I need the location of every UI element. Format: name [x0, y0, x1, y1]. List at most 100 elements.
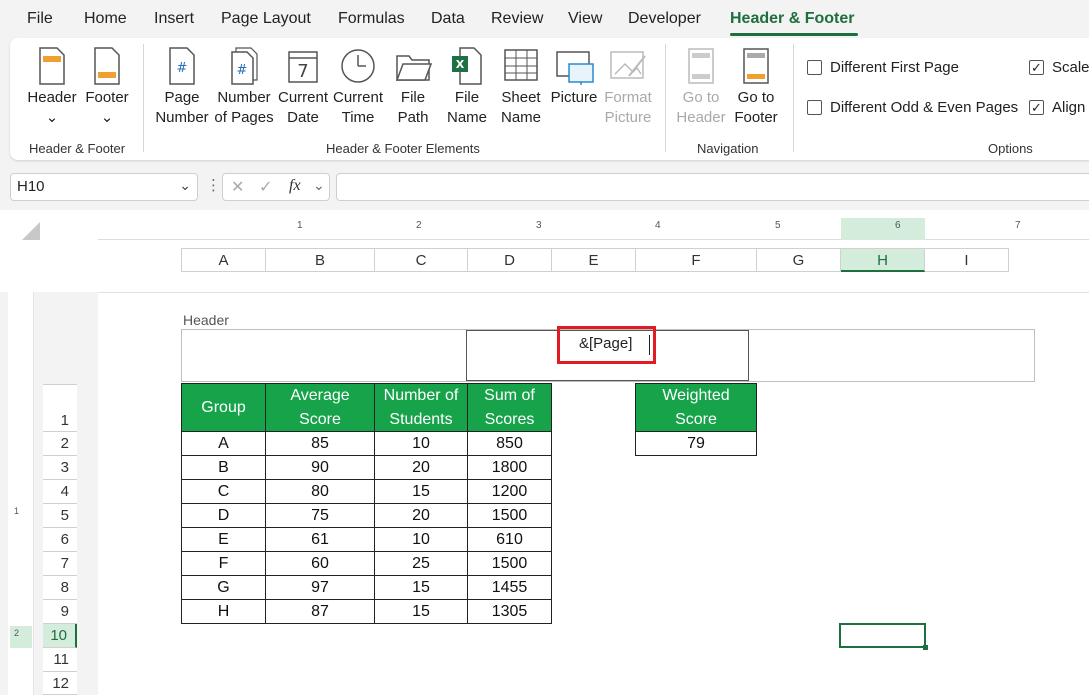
table-header-sum-of-scores[interactable]: Sum of Scores [467, 383, 552, 432]
column-header-c[interactable]: C [375, 248, 468, 272]
table-cell[interactable]: 10 [374, 431, 468, 456]
format-picture-button[interactable]: Format Picture [602, 46, 654, 128]
different-first-page-checkbox[interactable]: Different First Page [807, 59, 959, 76]
table-cell[interactable]: 25 [374, 551, 468, 576]
menu-formulas[interactable]: Formulas [338, 10, 405, 28]
table-cell[interactable]: 85 [265, 431, 375, 456]
table-cell[interactable]: 1500 [467, 503, 552, 528]
current-date-button[interactable]: 7 Current Date [276, 46, 330, 128]
menu-page-layout[interactable]: Page Layout [221, 10, 311, 28]
menu-home[interactable]: Home [84, 10, 127, 28]
select-all-corner[interactable] [22, 222, 40, 240]
footer-button[interactable]: Footer ⌄ [82, 46, 132, 128]
formula-input[interactable] [336, 173, 1089, 201]
table-cell[interactable]: 1305 [467, 599, 552, 624]
sheet-name-button[interactable]: Sheet Name [496, 46, 546, 128]
row-header-6[interactable]: 6 [43, 528, 77, 552]
row-header-5[interactable]: 5 [43, 504, 77, 528]
row-header-9[interactable]: 9 [43, 600, 77, 624]
weighted-score-value[interactable]: 79 [635, 431, 757, 456]
table-cell[interactable]: 10 [374, 527, 468, 552]
checkbox-box[interactable] [1029, 60, 1044, 75]
row-header-10[interactable]: 10 [43, 624, 77, 648]
enter-icon[interactable]: ✓ [259, 177, 272, 197]
table-cell[interactable]: D [181, 503, 266, 528]
row-header-3[interactable]: 3 [43, 456, 77, 480]
table-cell[interactable]: 1200 [467, 479, 552, 504]
table-header-average-score[interactable]: Average Score [265, 383, 375, 432]
row-header-8[interactable]: 8 [43, 576, 77, 600]
column-header-g[interactable]: G [757, 248, 841, 272]
menu-insert[interactable]: Insert [154, 10, 194, 28]
menu-file[interactable]: File [27, 10, 53, 28]
table-cell[interactable]: 60 [265, 551, 375, 576]
column-header-d[interactable]: D [468, 248, 552, 272]
menu-view[interactable]: View [568, 10, 602, 28]
checkbox-box[interactable] [807, 60, 822, 75]
column-header-b[interactable]: B [266, 248, 375, 272]
table-cell[interactable]: 1800 [467, 455, 552, 480]
page-number-button[interactable]: # Page Number [153, 46, 211, 128]
table-header-number-of-students[interactable]: Number of Students [374, 383, 468, 432]
chevron-down-icon[interactable]: ⌄ [179, 177, 191, 194]
table-cell[interactable]: 90 [265, 455, 375, 480]
chevron-down-icon[interactable]: ⌄ [313, 177, 325, 194]
weighted-score-header[interactable]: Weighted Score [635, 383, 757, 432]
table-cell[interactable]: 610 [467, 527, 552, 552]
table-cell[interactable]: 15 [374, 479, 468, 504]
table-header-group[interactable]: Group [181, 383, 266, 432]
cancel-icon[interactable]: ✕ [231, 177, 244, 197]
more-options-icon[interactable]: ⋮ [206, 176, 221, 194]
table-cell[interactable]: 97 [265, 575, 375, 600]
row-header-2[interactable]: 2 [43, 432, 77, 456]
table-cell[interactable]: E [181, 527, 266, 552]
file-path-button[interactable]: File Path [390, 46, 436, 128]
different-odd-even-checkbox[interactable]: Different Odd & Even Pages [807, 99, 1018, 116]
active-cell-h10[interactable] [839, 623, 928, 650]
number-of-pages-button[interactable]: # Number of Pages [213, 46, 275, 128]
column-header-e[interactable]: E [552, 248, 636, 272]
go-to-header-button[interactable]: Go to Header [674, 46, 728, 128]
row-header-11[interactable]: 11 [43, 648, 77, 672]
go-to-footer-button[interactable]: Go to Footer [730, 46, 782, 128]
name-box[interactable]: H10 ⌄ [10, 173, 198, 201]
column-header-i[interactable]: I [925, 248, 1009, 272]
menu-developer[interactable]: Developer [628, 10, 701, 28]
row-header-12[interactable]: 12 [43, 672, 77, 695]
table-cell[interactable]: 850 [467, 431, 552, 456]
current-time-button[interactable]: Current Time [330, 46, 386, 128]
checkbox-box[interactable] [807, 100, 822, 115]
menu-header-footer[interactable]: Header & Footer [730, 10, 854, 28]
checkbox-box[interactable] [1029, 100, 1044, 115]
table-cell[interactable]: 1455 [467, 575, 552, 600]
table-cell[interactable]: 20 [374, 455, 468, 480]
picture-button[interactable]: Picture [548, 46, 600, 108]
table-cell[interactable]: 15 [374, 575, 468, 600]
align-with-margins-checkbox[interactable]: Align [1029, 99, 1085, 116]
table-cell[interactable]: G [181, 575, 266, 600]
column-header-a[interactable]: A [181, 248, 266, 272]
scale-with-document-checkbox[interactable]: Scale [1029, 59, 1089, 76]
menu-review[interactable]: Review [491, 10, 543, 28]
row-header-7[interactable]: 7 [43, 552, 77, 576]
table-cell[interactable]: F [181, 551, 266, 576]
file-name-button[interactable]: X File Name [444, 46, 490, 128]
header-button[interactable]: Header ⌄ [22, 46, 82, 128]
table-cell[interactable]: 87 [265, 599, 375, 624]
table-cell[interactable]: C [181, 479, 266, 504]
table-cell[interactable]: 61 [265, 527, 375, 552]
column-header-h[interactable]: H [841, 248, 925, 272]
insert-function-icon[interactable]: fx [289, 177, 301, 195]
row-header-4[interactable]: 4 [43, 480, 77, 504]
row-header-1[interactable]: 1 [43, 384, 77, 432]
menu-data[interactable]: Data [431, 10, 465, 28]
table-cell[interactable]: H [181, 599, 266, 624]
table-cell[interactable]: A [181, 431, 266, 456]
table-cell[interactable]: B [181, 455, 266, 480]
table-cell[interactable]: 1500 [467, 551, 552, 576]
table-cell[interactable]: 15 [374, 599, 468, 624]
table-cell[interactable]: 80 [265, 479, 375, 504]
table-cell[interactable]: 20 [374, 503, 468, 528]
table-cell[interactable]: 75 [265, 503, 375, 528]
column-header-f[interactable]: F [636, 248, 757, 272]
